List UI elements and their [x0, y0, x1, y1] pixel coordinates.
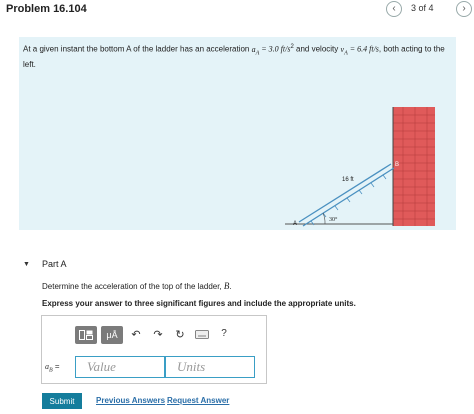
answer-instruction: Express your answer to three significant…	[42, 299, 356, 308]
question-text: Determine the acceleration of the top of…	[42, 282, 224, 291]
problem-title: Problem 16.104	[6, 3, 87, 15]
redo-icon[interactable]: ↷	[151, 328, 165, 341]
problem-text: At a given instant the bottom A of the l…	[23, 42, 451, 70]
templates-icon	[79, 330, 93, 340]
ladder-figure: 30° 16 ft A B	[285, 107, 435, 227]
answer-label: aB =	[45, 362, 60, 374]
part-title: Part A	[42, 259, 67, 269]
keyboard-icon[interactable]	[195, 330, 209, 342]
problem-statement: At a given instant the bottom A of the l…	[19, 37, 456, 230]
accel-value: = 3.0 ft/s	[259, 44, 291, 54]
brick-wall	[393, 107, 435, 226]
problem-text-part1: At a given instant the bottom A of the l…	[23, 44, 252, 54]
units-button[interactable]: μÅ	[101, 326, 123, 344]
collapse-part-icon[interactable]: ▼	[23, 261, 30, 268]
chevron-right-icon: ›	[462, 3, 466, 14]
page-indicator: 3 of 4	[411, 3, 434, 13]
ladder	[298, 163, 395, 227]
point-b-label: B	[395, 162, 399, 168]
help-button[interactable]: ?	[217, 328, 231, 339]
previous-answers-link[interactable]: Previous Answers	[96, 396, 165, 405]
question-suffix: .	[229, 282, 232, 291]
submit-button[interactable]: Submit	[42, 393, 82, 409]
previous-problem-button[interactable]: ‹	[386, 1, 402, 17]
velocity-symbol: vA	[340, 44, 348, 57]
velocity-value: = 6.4 ft/s	[347, 44, 379, 54]
units-input[interactable]: Units	[165, 356, 255, 378]
next-problem-button[interactable]: ›	[456, 1, 472, 17]
chevron-left-icon: ‹	[392, 3, 396, 14]
reset-icon[interactable]: ↻	[173, 328, 187, 341]
length-label: 16 ft	[342, 177, 354, 183]
problem-header: Problem 16.104 ‹ 3 of 4 ›	[0, 0, 474, 22]
point-a-label: A	[293, 221, 297, 227]
value-input[interactable]: Value	[75, 356, 165, 378]
problem-text-part2: and velocity	[293, 44, 341, 54]
undo-icon[interactable]: ↶	[129, 328, 143, 341]
request-answer-link[interactable]: Request Answer	[167, 396, 229, 405]
templates-button[interactable]	[75, 326, 97, 344]
angle-label: 30°	[329, 216, 338, 223]
part-question: Determine the acceleration of the top of…	[42, 281, 232, 291]
